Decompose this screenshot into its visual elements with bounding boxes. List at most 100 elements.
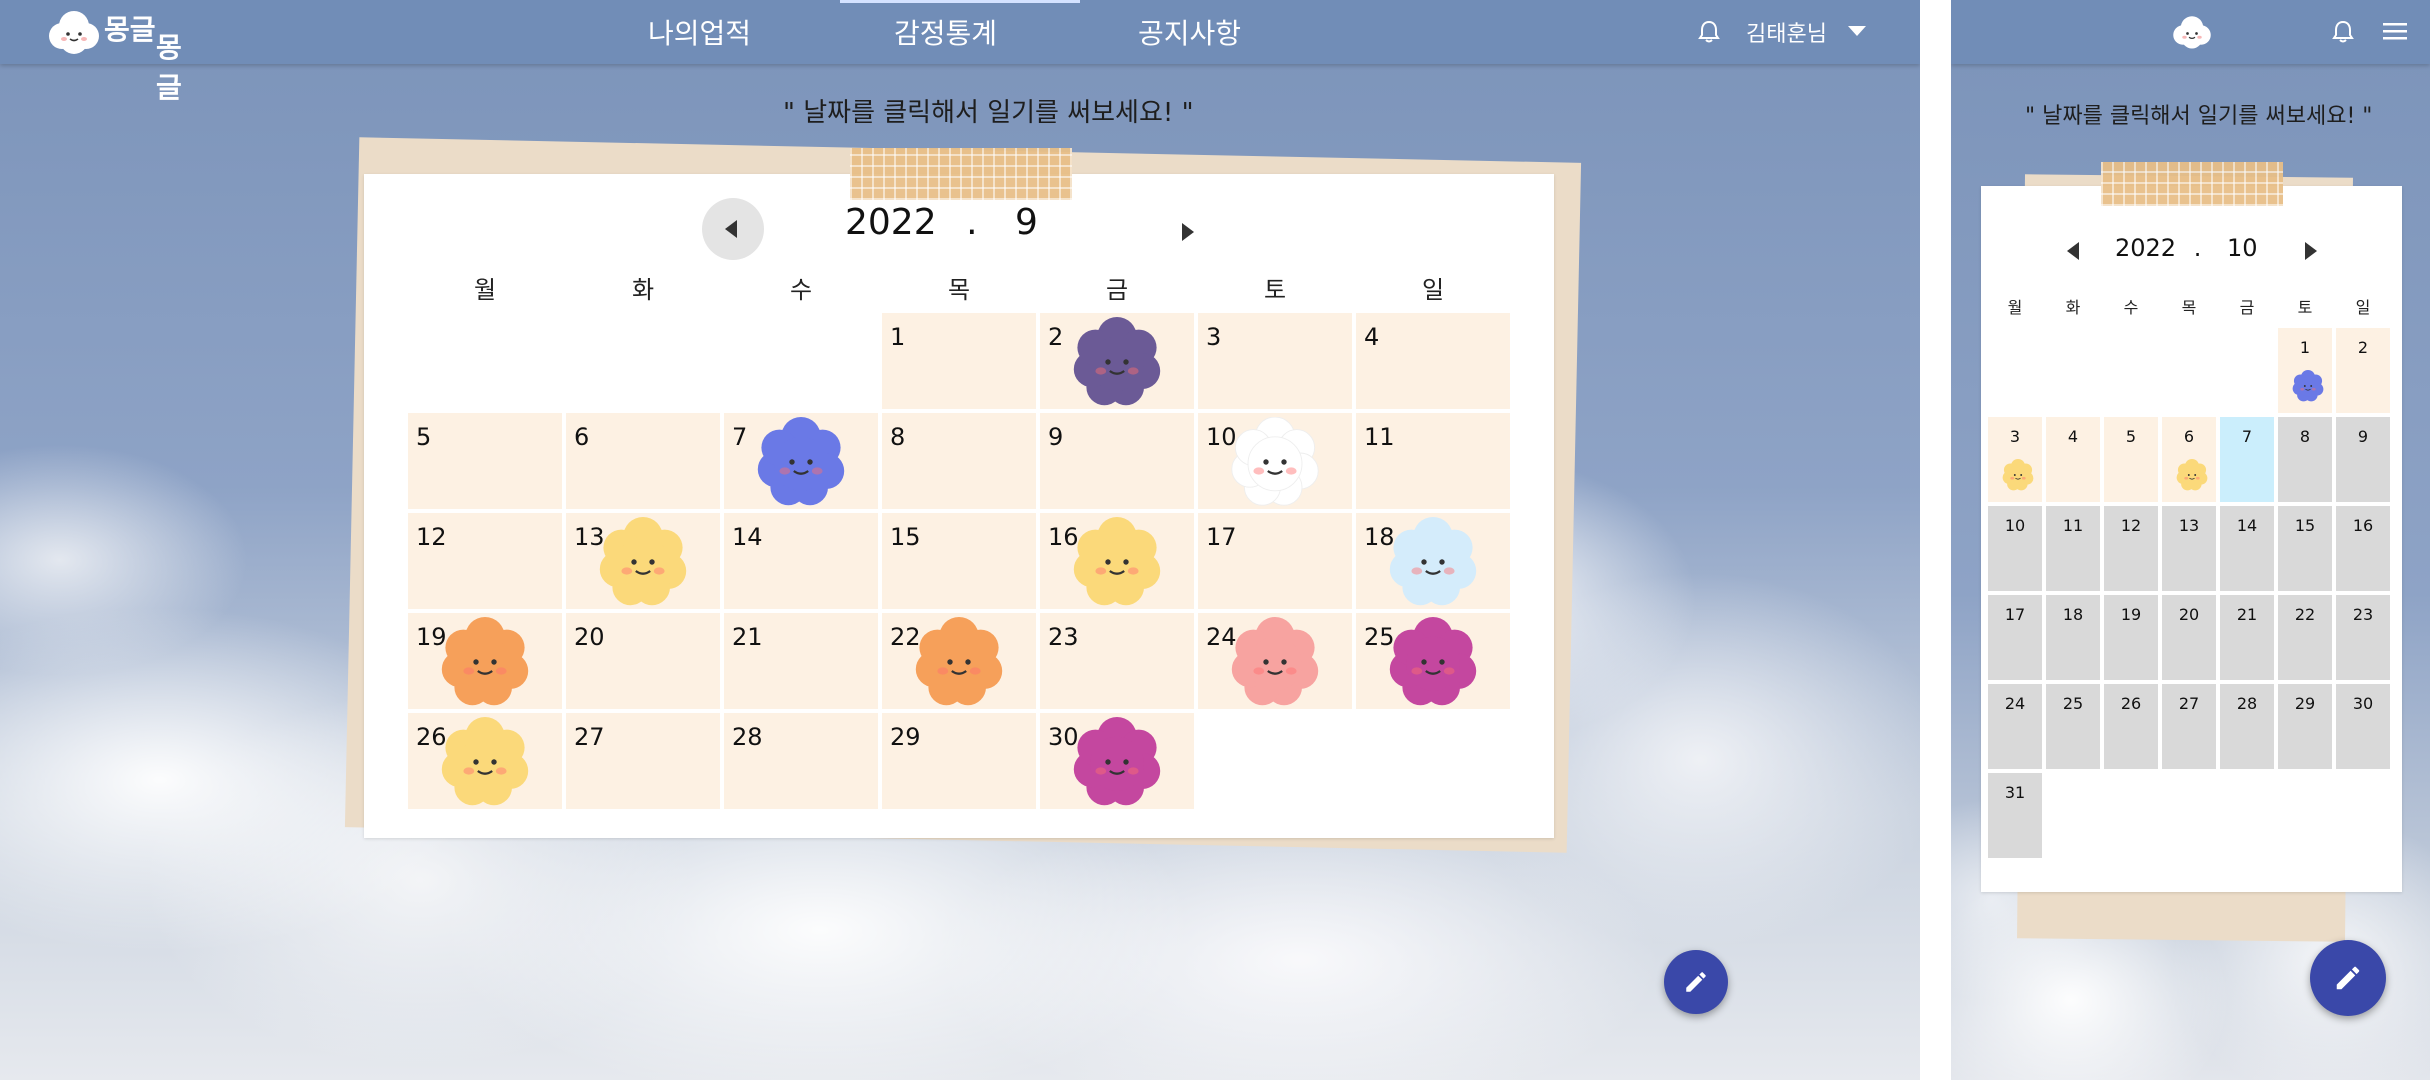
calendar-day-14[interactable]: 14 [2220, 506, 2274, 591]
calendar-day-18[interactable]: 18 [1356, 513, 1510, 609]
calendar-day-14[interactable]: 14 [724, 513, 878, 609]
weekday-label: 수 [2123, 298, 2139, 317]
calendar-day-20[interactable]: 20 [566, 613, 720, 709]
calendar-day-17[interactable]: 17 [1198, 513, 1352, 609]
calendar-day-24[interactable]: 24 [1198, 613, 1352, 709]
calendar-day-11[interactable]: 11 [1356, 413, 1510, 509]
calendar-day-5[interactable]: 5 [408, 413, 562, 509]
day-number: 15 [890, 523, 921, 551]
calendar-day-22[interactable]: 22 [2278, 595, 2332, 680]
calendar-day-27[interactable]: 27 [2162, 684, 2216, 769]
mood-cloud-icon [1072, 717, 1162, 811]
calendar-day-28[interactable]: 28 [2220, 684, 2274, 769]
calendar-day-7[interactable]: 7 [724, 413, 878, 509]
calendar-day-2[interactable]: 2 [1040, 313, 1194, 409]
calendar-day-8[interactable]: 8 [2278, 417, 2332, 502]
day-number: 12 [416, 523, 447, 551]
calendar-day-17[interactable]: 17 [1988, 595, 2042, 680]
day-number: 3 [2009, 427, 2021, 446]
calendar-day-3[interactable]: 3 [1988, 417, 2042, 502]
mood-cloud-icon [1388, 617, 1478, 711]
calendar-day-12[interactable]: 12 [408, 513, 562, 609]
calendar-day-9[interactable]: 9 [1040, 413, 1194, 509]
calendar-day-23[interactable]: 23 [1040, 613, 1194, 709]
user-menu-name[interactable]: 김태훈님 [1746, 16, 1827, 48]
weekday-label: 금 [1105, 276, 1129, 304]
logo[interactable]: 몽글 몽글 [46, 6, 206, 104]
calendar-day-29[interactable]: 29 [882, 713, 1036, 809]
day-number: 17 [1206, 523, 1237, 551]
nav-notices[interactable]: 공지사항 [1138, 12, 1241, 52]
calendar-day-9[interactable]: 9 [2336, 417, 2390, 502]
calendar-day-22[interactable]: 22 [882, 613, 1036, 709]
chevron-down-icon[interactable] [1848, 26, 1866, 36]
calendar-day-3[interactable]: 3 [1198, 313, 1352, 409]
day-number: 28 [732, 723, 763, 751]
calendar-day-5[interactable]: 5 [2104, 417, 2158, 502]
calendar-day-2[interactable]: 2 [2336, 328, 2390, 413]
calendar-day-16[interactable]: 16 [2336, 506, 2390, 591]
calendar-day-13[interactable]: 13 [2162, 506, 2216, 591]
write-diary-button[interactable] [2310, 940, 2386, 1016]
calendar-day-27[interactable]: 27 [566, 713, 720, 809]
calendar-day-26[interactable]: 26 [408, 713, 562, 809]
calendar-day-19[interactable]: 19 [2104, 595, 2158, 680]
calendar-day-16[interactable]: 16 [1040, 513, 1194, 609]
day-number: 18 [2062, 605, 2084, 624]
calendar-day-20[interactable]: 20 [2162, 595, 2216, 680]
calendar-day-4[interactable]: 4 [1356, 313, 1510, 409]
calendar-day-15[interactable]: 15 [2278, 506, 2332, 591]
next-month-button[interactable] [1164, 210, 1208, 254]
calendar-day-24[interactable]: 24 [1988, 684, 2042, 769]
chevron-left-icon [2067, 242, 2079, 260]
calendar-day-29[interactable]: 29 [2278, 684, 2332, 769]
calendar-day-1[interactable]: 1 [882, 313, 1036, 409]
calendar-day-8[interactable]: 8 [882, 413, 1036, 509]
calendar-day-26[interactable]: 26 [2104, 684, 2158, 769]
calendar-day-25[interactable]: 25 [1356, 613, 1510, 709]
calendar-day-10[interactable]: 10 [1988, 506, 2042, 591]
calendar-day-19[interactable]: 19 [408, 613, 562, 709]
calendar-day-30[interactable]: 30 [1040, 713, 1194, 809]
calendar-day-21[interactable]: 21 [2220, 595, 2274, 680]
calendar-day-18[interactable]: 18 [2046, 595, 2100, 680]
calendar-day-31[interactable]: 31 [1988, 773, 2042, 858]
calendar-day-6[interactable]: 6 [2162, 417, 2216, 502]
masking-tape [850, 148, 1072, 200]
day-number: 10 [2004, 516, 2026, 535]
next-month-button[interactable] [2295, 236, 2325, 266]
calendar-day-10[interactable]: 10 [1198, 413, 1352, 509]
weekday-label: 금 [2239, 298, 2255, 317]
calendar-day-13[interactable]: 13 [566, 513, 720, 609]
calendar-day-23[interactable]: 23 [2336, 595, 2390, 680]
calendar-day-30[interactable]: 30 [2336, 684, 2390, 769]
calendar-day-6[interactable]: 6 [566, 413, 720, 509]
calendar-day-28[interactable]: 28 [724, 713, 878, 809]
calendar-day-25[interactable]: 25 [2046, 684, 2100, 769]
prev-month-button[interactable] [2059, 236, 2089, 266]
calendar-day-21[interactable]: 21 [724, 613, 878, 709]
mood-cloud-icon [2176, 459, 2208, 495]
nav-achievements[interactable]: 나의업적 [648, 12, 751, 52]
day-number: 1 [2299, 338, 2311, 357]
nav-emotion-stats[interactable]: 감정통계 [894, 12, 997, 52]
viewport-divider [1920, 0, 1951, 1080]
calendar-day-11[interactable]: 11 [2046, 506, 2100, 591]
calendar-day-15[interactable]: 15 [882, 513, 1036, 609]
day-number: 30 [2352, 694, 2374, 713]
write-diary-button[interactable] [1664, 950, 1728, 1014]
bell-icon[interactable] [2332, 20, 2354, 44]
calendar-day-1[interactable]: 1 [2278, 328, 2332, 413]
chevron-right-icon [1182, 223, 1194, 241]
prev-month-button[interactable] [702, 198, 764, 260]
day-number: 3 [1206, 323, 1222, 351]
day-number: 29 [2294, 694, 2316, 713]
calendar-day-7[interactable]: 7 [2220, 417, 2274, 502]
weekday-label: 월 [473, 276, 497, 304]
calendar-day-12[interactable]: 12 [2104, 506, 2158, 591]
bell-icon[interactable] [1698, 20, 1720, 44]
calendar-month: 10 [2227, 234, 2258, 262]
hamburger-icon[interactable] [2383, 21, 2407, 41]
cloud-logo-icon[interactable] [2171, 12, 2213, 52]
calendar-day-4[interactable]: 4 [2046, 417, 2100, 502]
